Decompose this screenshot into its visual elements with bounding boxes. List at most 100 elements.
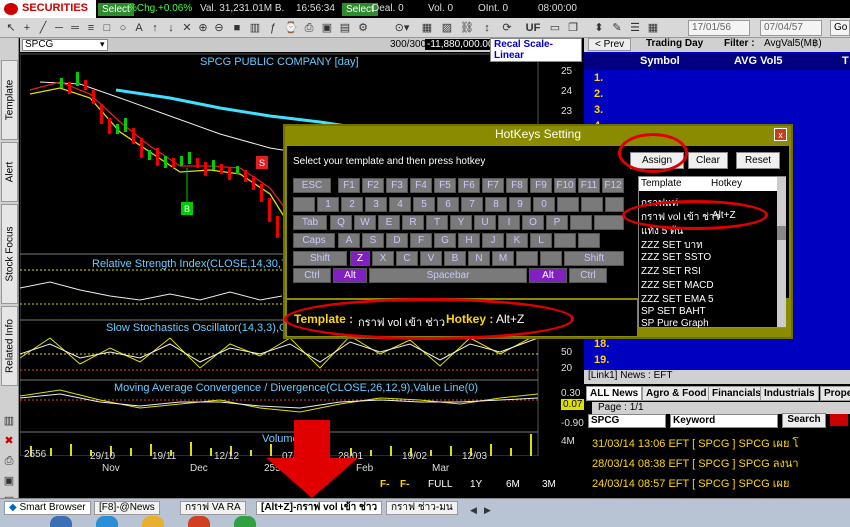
uf-button[interactable]: UF: [522, 21, 544, 35]
key-0[interactable]: 0: [533, 197, 555, 212]
scrollbar-thumb[interactable]: [777, 226, 786, 240]
key-f6[interactable]: F6: [458, 178, 480, 193]
delete-icon[interactable]: ✖: [2, 434, 16, 448]
news-item[interactable]: 28/03/14 08:38 EFT [ SPCG ] SPCG ลงนา: [592, 454, 799, 472]
key-a[interactable]: A: [338, 233, 360, 248]
key-caps[interactable]: Caps: [293, 233, 335, 248]
go-button[interactable]: Go: [830, 20, 850, 36]
color-icon[interactable]: ■: [230, 21, 244, 35]
key-h[interactable]: H: [458, 233, 480, 248]
key-blank[interactable]: [557, 197, 579, 212]
key-blank[interactable]: [581, 197, 603, 212]
ellipse-icon[interactable]: ○: [116, 21, 130, 35]
key-p[interactable]: P: [546, 215, 568, 230]
key-1[interactable]: 1: [317, 197, 339, 212]
text-icon[interactable]: A: [132, 21, 146, 35]
news-symbol-input[interactable]: SPCG: [588, 414, 666, 428]
chevron-down-icon[interactable]: ▾: [100, 39, 105, 50]
key-q[interactable]: Q: [330, 215, 352, 230]
key-blank[interactable]: [516, 251, 538, 266]
key-3[interactable]: 3: [365, 197, 387, 212]
hline-icon[interactable]: ─: [52, 21, 66, 35]
crosshair-icon[interactable]: +: [20, 21, 34, 35]
key-tab[interactable]: Tab: [293, 215, 327, 230]
key-f9[interactable]: F9: [530, 178, 552, 193]
news-keyword-input[interactable]: Keyword: [670, 414, 778, 428]
window-icon[interactable]: ▭: [548, 21, 562, 35]
list-item[interactable]: 18.: [594, 338, 609, 350]
news-item[interactable]: 24/03/14 08:57 EFT [ SPCG ] SPCG เผย: [592, 474, 789, 492]
chart-bar-icon[interactable]: ▥: [2, 414, 16, 428]
zoom-in-icon[interactable]: ⊕: [196, 21, 210, 35]
layout-icon[interactable]: ▦: [420, 21, 434, 35]
key-blank[interactable]: [554, 233, 576, 248]
key-4[interactable]: 4: [389, 197, 411, 212]
key-n[interactable]: N: [468, 251, 490, 266]
key-f12[interactable]: F12: [602, 178, 624, 193]
template-item[interactable]: SP Pure Graph: [641, 318, 709, 329]
key-g[interactable]: G: [434, 233, 456, 248]
tab-template[interactable]: Template: [1, 60, 18, 140]
key-f8[interactable]: F8: [506, 178, 528, 193]
news-tab-agro[interactable]: Agro & Food: [642, 386, 711, 401]
date-to-input[interactable]: 07/04/57: [760, 20, 822, 36]
key-v[interactable]: V: [420, 251, 442, 266]
key-blank[interactable]: [594, 215, 624, 230]
media-app-icon[interactable]: [188, 516, 210, 527]
key-z[interactable]: Z: [350, 251, 370, 266]
tab-stock-focus[interactable]: Stock Focus: [1, 204, 18, 304]
reset-button[interactable]: Reset: [736, 152, 780, 169]
list-item[interactable]: 19.: [594, 354, 609, 366]
go-icon[interactable]: ⊙▾: [390, 21, 414, 35]
key-f10[interactable]: F10: [554, 178, 576, 193]
task-tab-va-ra[interactable]: กราฟ VA RA: [180, 501, 246, 515]
col-t[interactable]: T: [842, 55, 849, 67]
symbol-input[interactable]: SPCG: [22, 39, 108, 51]
fib-icon[interactable]: ≡: [84, 21, 98, 35]
list-item[interactable]: 1.: [594, 72, 603, 84]
period-6m-button[interactable]: 6M: [506, 479, 520, 490]
key-blank[interactable]: [605, 197, 624, 212]
zoom-out-icon[interactable]: ⊖: [212, 21, 226, 35]
template-scrollbar[interactable]: [777, 177, 786, 327]
key-8[interactable]: 8: [485, 197, 507, 212]
key-f5[interactable]: F5: [434, 178, 456, 193]
prev-button[interactable]: < Prev: [588, 38, 632, 51]
settings-icon[interactable]: ⚙: [356, 21, 370, 35]
print-small-icon[interactable]: ⎙: [2, 454, 16, 468]
key-f2[interactable]: F2: [362, 178, 384, 193]
key-r[interactable]: R: [402, 215, 424, 230]
key-7[interactable]: 7: [461, 197, 483, 212]
news-tab-financials[interactable]: Financials: [708, 386, 765, 401]
key-esc[interactable]: ESC: [293, 178, 331, 193]
template-item[interactable]: ZZZ SET MACD: [641, 280, 714, 291]
ie-app-icon[interactable]: [96, 516, 118, 527]
key-ctrl-left[interactable]: Ctrl: [293, 268, 331, 283]
tab-related-info[interactable]: Related Info: [1, 306, 18, 386]
windows-app-icon[interactable]: [50, 516, 72, 527]
list-icon[interactable]: ☰: [628, 21, 642, 35]
key-b[interactable]: B: [444, 251, 466, 266]
template-item[interactable]: SP SET BAHT: [641, 306, 706, 317]
key-u[interactable]: U: [474, 215, 496, 230]
erase-icon[interactable]: ✕: [180, 21, 194, 35]
refresh-icon[interactable]: ⟳: [500, 21, 514, 35]
channel-icon[interactable]: ═: [68, 21, 82, 35]
link-icon[interactable]: ⛓: [460, 21, 474, 35]
date-from-input[interactable]: 17/01/56: [688, 20, 750, 36]
key-f1[interactable]: F1: [338, 178, 360, 193]
key-shift-left[interactable]: Shift: [293, 251, 347, 266]
key-s[interactable]: S: [362, 233, 384, 248]
key-f4[interactable]: F4: [410, 178, 432, 193]
news-tab-all[interactable]: ALL News: [586, 386, 643, 401]
rect-icon[interactable]: □: [100, 21, 114, 35]
news-tab-property[interactable]: Prope: [820, 386, 850, 401]
key-m[interactable]: M: [492, 251, 514, 266]
cursor-icon[interactable]: ↖: [4, 21, 18, 35]
indicator-icon[interactable]: ƒ: [266, 21, 280, 35]
print-icon[interactable]: ⎙: [302, 21, 316, 35]
col-symbol[interactable]: Symbol: [640, 55, 680, 67]
edit-icon[interactable]: ✎: [610, 21, 624, 35]
key-l[interactable]: L: [530, 233, 552, 248]
period-f-button-2[interactable]: F-: [400, 479, 409, 490]
